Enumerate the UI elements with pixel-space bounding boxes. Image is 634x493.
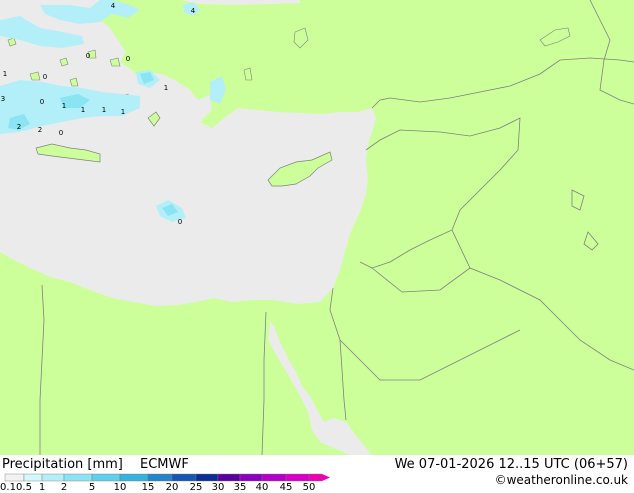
legend-swatch — [41, 473, 65, 482]
legend-swatch — [261, 473, 287, 482]
precip-value-label: 0 — [178, 218, 182, 226]
precip-value-label: 0 — [86, 52, 90, 60]
precip-value-label: 4 — [191, 7, 196, 15]
legend-swatch — [217, 473, 241, 482]
map-canvas: 4 4 0 0 1 0 1 3 0 1 1 1 1 2 2 0 0 — [0, 0, 634, 455]
legend-arrow — [322, 474, 330, 481]
precip-value-label: 2 — [17, 123, 21, 131]
credit-link[interactable]: ©weatheronline.co.uk — [495, 473, 628, 487]
precip-value-label: 0 — [43, 73, 47, 81]
legend-tick-label: 50 — [302, 482, 316, 493]
legend-swatch — [285, 473, 310, 482]
precip-value-label: 1 — [62, 102, 66, 110]
legend-tick-label: 20 — [165, 482, 179, 493]
legend-swatch — [119, 473, 149, 482]
precip-value-label: 0 — [126, 55, 130, 63]
legend-tick-label: 30 — [211, 482, 225, 493]
precip-value-label: 1 — [102, 106, 106, 114]
legend-tick-label: 10 — [113, 482, 127, 493]
legend-tick-label: 0.5 — [16, 482, 32, 493]
legend-tick-label: 0.1 — [0, 482, 16, 493]
precip-value-label: 1 — [81, 106, 85, 114]
legend-swatch — [195, 473, 219, 482]
legend-swatch — [239, 473, 263, 482]
precip-value-label: 0 — [40, 98, 44, 106]
legend-tick-label: 45 — [279, 482, 293, 493]
legend-swatch — [308, 473, 323, 482]
precip-value-label: 1 — [121, 108, 125, 116]
legend-swatch — [63, 473, 93, 482]
legend-swatch — [171, 473, 197, 482]
valid-time: We 07-01-2026 12..15 UTC (06+57) — [394, 457, 628, 472]
legend-tick-label: 15 — [141, 482, 155, 493]
precip-value-label: 4 — [111, 2, 116, 10]
precipitation-map[interactable]: 4 4 0 0 1 0 1 3 0 1 1 1 1 2 2 0 0 — [0, 0, 634, 455]
precip-value-label: 2 — [38, 126, 42, 134]
precip-value-label: 3 — [1, 95, 5, 103]
legend-tick-label: 2 — [60, 482, 68, 493]
legend-tick-label: 1 — [38, 482, 46, 493]
legend-tick-label: 40 — [255, 482, 269, 493]
legend-tick-label: 5 — [88, 482, 96, 493]
legend-swatch — [23, 473, 43, 482]
legend-tick-label: 35 — [233, 482, 247, 493]
precip-value-label: 0 — [59, 129, 63, 137]
model-name: ECMWF — [140, 457, 189, 472]
legend-tick-label: 25 — [189, 482, 203, 493]
legend-swatch — [4, 473, 25, 482]
precip-value-label: 1 — [3, 70, 7, 78]
precip-value-label: 1 — [164, 84, 168, 92]
legend-swatch — [147, 473, 173, 482]
product-title: Precipitation [mm] — [2, 457, 123, 472]
legend-swatch — [91, 473, 121, 482]
